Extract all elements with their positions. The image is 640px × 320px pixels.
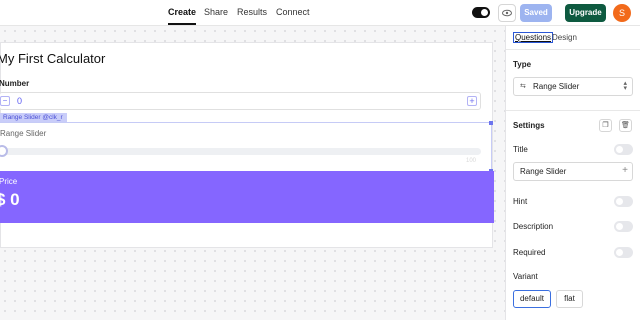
- slider-thumb[interactable]: [0, 145, 8, 157]
- required-toggle[interactable]: [614, 247, 633, 258]
- tab-questions[interactable]: Questions: [512, 32, 554, 43]
- trash-icon: 🗑: [621, 122, 630, 129]
- preview-button[interactable]: [498, 4, 516, 22]
- tab-share[interactable]: Share: [204, 7, 228, 17]
- avatar[interactable]: S: [613, 4, 631, 22]
- tab-create[interactable]: Create: [168, 7, 197, 25]
- minus-icon[interactable]: −: [0, 96, 10, 106]
- hint-label: Hint: [513, 197, 528, 206]
- slider-track[interactable]: [0, 148, 481, 155]
- slider-id-tag: Range Slider @clk_r: [0, 113, 67, 122]
- toggle-knob: [616, 146, 623, 153]
- duplicate-button[interactable]: ❐: [599, 119, 612, 132]
- type-select-value: Range Slider: [533, 82, 580, 91]
- settings-section-title: Settings: [513, 121, 545, 130]
- chevron-updown-icon: ▴ ▾: [623, 80, 627, 92]
- description-label: Description: [513, 222, 554, 231]
- toggle-knob: [616, 223, 623, 230]
- plus-icon[interactable]: +: [622, 165, 628, 176]
- resize-handle-icon[interactable]: [489, 121, 493, 125]
- toggle-knob: [616, 249, 623, 256]
- number-value: 0: [17, 96, 23, 106]
- price-result[interactable]: Price $ 0: [0, 171, 494, 223]
- calculator-title[interactable]: My First Calculator: [0, 51, 105, 66]
- toggle-knob: [616, 198, 623, 205]
- price-value: $ 0: [0, 190, 20, 209]
- type-section-title: Type: [513, 60, 532, 69]
- price-label: Price: [0, 177, 18, 186]
- plus-icon[interactable]: +: [467, 96, 477, 106]
- properties-panel: Questions Design Type ⇆ Range Slider ▴ ▾ …: [505, 26, 640, 320]
- top-bar: Create Share Results Connect Saved Upgra…: [0, 0, 640, 26]
- divider: [506, 110, 640, 111]
- description-toggle[interactable]: [614, 221, 633, 232]
- delete-button[interactable]: 🗑: [619, 119, 632, 132]
- number-input[interactable]: − 0 +: [0, 92, 481, 110]
- title-input-value: Range Slider: [520, 167, 567, 176]
- type-select[interactable]: ⇆ Range Slider ▴ ▾: [513, 77, 633, 96]
- upgrade-button[interactable]: Upgrade: [565, 4, 606, 22]
- required-label: Required: [513, 248, 546, 257]
- number-label: Number: [0, 79, 30, 88]
- saved-button[interactable]: Saved: [520, 4, 552, 22]
- slider-label: Range Slider: [0, 129, 47, 138]
- preview-toggle[interactable]: [472, 7, 490, 18]
- divider: [506, 49, 640, 50]
- tab-connect[interactable]: Connect: [276, 7, 310, 17]
- hint-toggle[interactable]: [614, 196, 633, 207]
- builder-canvas: My First Calculator Number − 0 + Range S…: [0, 26, 505, 320]
- toggle-knob: [481, 9, 488, 16]
- title-toggle[interactable]: [614, 144, 633, 155]
- tab-results[interactable]: Results: [237, 7, 267, 17]
- eye-icon: [502, 9, 512, 17]
- copy-icon: ❐: [602, 122, 609, 129]
- tab-design[interactable]: Design: [552, 33, 577, 42]
- main-tabs: Create Share Results Connect: [0, 0, 470, 26]
- variant-default-button[interactable]: default: [513, 290, 551, 308]
- variant-flat-button[interactable]: flat: [556, 290, 583, 308]
- title-label: Title: [513, 145, 528, 154]
- variant-label: Variant: [513, 272, 538, 281]
- calculator-card: My First Calculator Number − 0 + Range S…: [0, 42, 494, 248]
- slider-max-label: 100: [466, 158, 477, 164]
- title-input[interactable]: Range Slider +: [513, 162, 633, 181]
- sliders-icon: ⇆: [520, 83, 526, 90]
- range-slider-question[interactable]: Range Slider 100: [0, 121, 493, 173]
